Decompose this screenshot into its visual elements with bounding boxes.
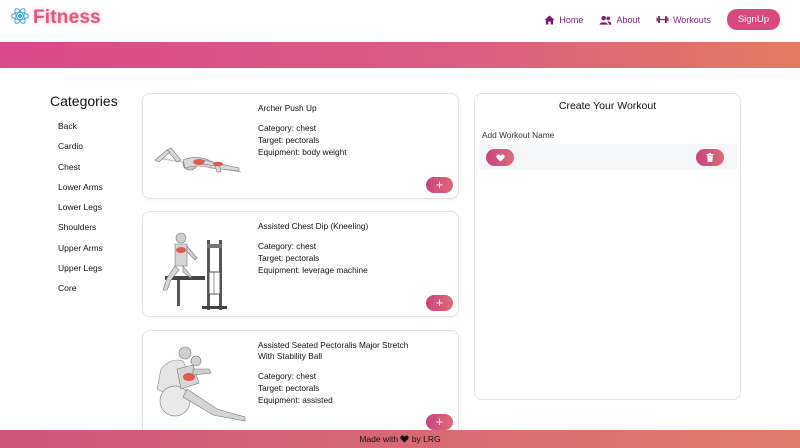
categories-title: Categories [50, 93, 118, 109]
exercise-name: Assisted Chest Dip (Kneeling) [258, 221, 369, 231]
save-workout-button[interactable] [486, 149, 514, 166]
add-exercise-button[interactable]: + [426, 177, 453, 193]
trash-icon [706, 149, 714, 167]
heart-icon [400, 434, 411, 444]
exercise-equipment: Equipment: assisted [258, 395, 333, 406]
exercise-info: Assisted Chest Dip (Kneeling) Category: … [258, 221, 418, 277]
exercise-equipment: Equipment: leverage machine [258, 265, 368, 276]
add-exercise-button[interactable]: + [426, 295, 453, 311]
exercise-equipment: Equipment: body weight [258, 147, 347, 158]
footer-text-after: by LRG [411, 434, 441, 444]
footer-text-before: Made with [359, 434, 399, 444]
exercise-category: Category: chest [258, 371, 317, 381]
exercise-category: Category: chest [258, 123, 317, 133]
category-upper-legs[interactable]: Upper Legs [50, 258, 140, 278]
home-icon [544, 14, 555, 25]
workout-actions-bar [479, 144, 737, 170]
exercise-info: Archer Push Up Category: chest Target: p… [258, 103, 418, 159]
nav-workouts-label: Workouts [672, 14, 711, 25]
create-workout-title: Create Your Workout [558, 100, 657, 112]
users-icon [599, 15, 612, 25]
nav-home-link[interactable]: Home [544, 15, 583, 25]
react-atom-icon [10, 6, 30, 31]
hero-gradient-band [0, 42, 800, 68]
workout-name-input[interactable] [479, 126, 735, 143]
nav-workouts-link[interactable]: Workouts [656, 15, 711, 25]
navbar: Fitness Home About Workouts SignUp [0, 0, 800, 42]
categories-sidebar: Categories Back Cardio Chest Lower Arms … [50, 93, 140, 299]
categories-list: Back Cardio Chest Lower Arms Lower Legs … [50, 116, 140, 299]
category-shoulders[interactable]: Shoulders [50, 217, 140, 237]
brand-name: Fitness [33, 7, 101, 28]
nav-about-label: About [616, 14, 640, 25]
exercise-card: Assisted Chest Dip (Kneeling) Category: … [142, 211, 459, 317]
exercise-name: Assisted Seated Pectoralis Major Stretch… [258, 340, 409, 361]
dumbbell-icon [656, 15, 669, 24]
exercise-target: Target: pectorals [258, 135, 320, 146]
category-chest[interactable]: Chest [50, 157, 140, 177]
signup-button[interactable]: SignUp [726, 9, 780, 30]
category-lower-legs[interactable]: Lower Legs [50, 197, 140, 217]
category-upper-arms[interactable]: Upper Arms [50, 238, 140, 258]
exercise-image [147, 102, 251, 194]
exercise-card: Archer Push Up Category: chest Target: p… [142, 93, 459, 199]
nav-home-label: Home [559, 14, 584, 25]
exercise-category: Category: chest [258, 241, 317, 251]
add-exercise-button[interactable]: + [426, 414, 453, 430]
footer: Made with by LRG [0, 430, 800, 448]
category-lower-arms[interactable]: Lower Arms [50, 177, 140, 197]
category-cardio[interactable]: Cardio [50, 136, 140, 156]
create-workout-panel: Create Your Workout [474, 93, 741, 400]
nav-links: Home About Workouts SignUp [544, 9, 780, 30]
exercise-info: Assisted Seated Pectoralis Major Stretch… [258, 340, 418, 407]
nav-about-link[interactable]: About [599, 15, 640, 25]
exercise-name: Archer Push Up [258, 103, 317, 113]
exercise-target: Target: pectorals [258, 383, 320, 394]
exercise-target: Target: pectorals [258, 253, 320, 264]
exercise-card: Assisted Seated Pectoralis Major Stretch… [142, 330, 459, 436]
category-back[interactable]: Back [50, 116, 140, 136]
category-core[interactable]: Core [50, 278, 140, 298]
heart-icon [495, 149, 505, 167]
brand-logo[interactable]: Fitness [10, 7, 101, 29]
exercise-image [147, 339, 251, 431]
exercise-image [147, 220, 251, 312]
delete-workout-button[interactable] [696, 149, 724, 166]
